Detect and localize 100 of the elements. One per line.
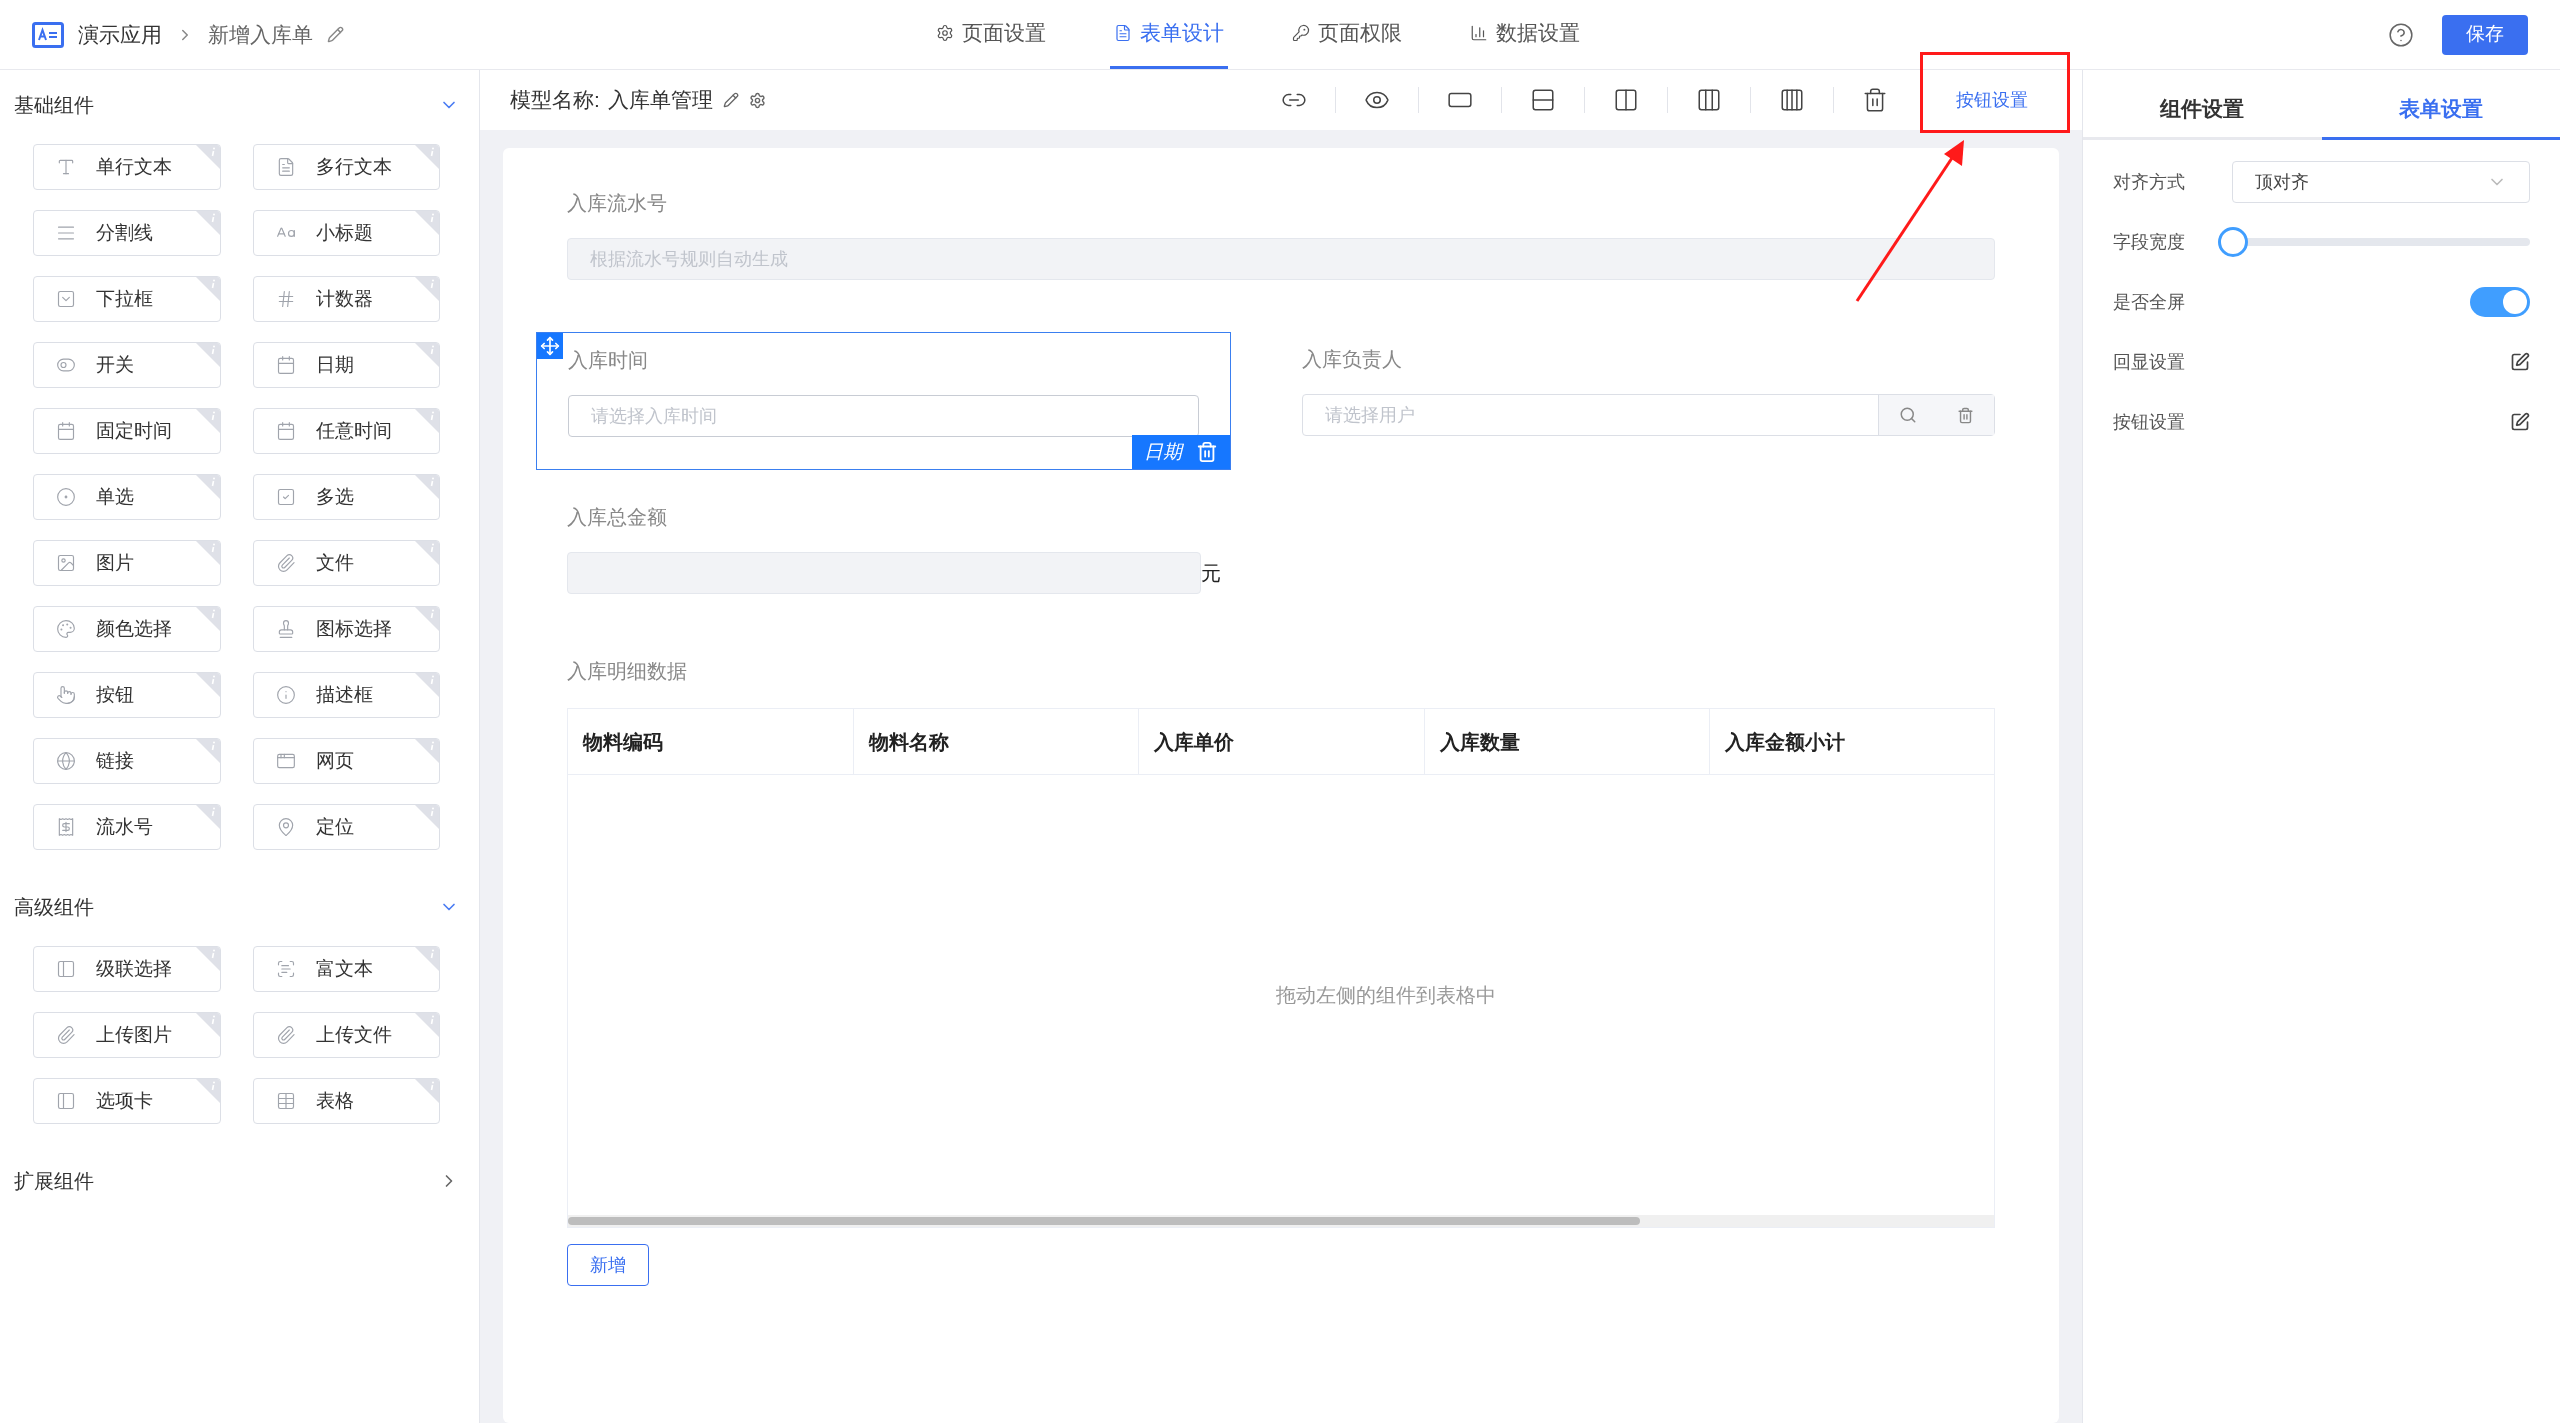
component-item[interactable]: 多行文本	[252, 144, 440, 190]
component-item[interactable]: 小标题	[252, 210, 440, 256]
rich-text-icon	[275, 959, 296, 979]
search-icon[interactable]	[1899, 406, 1917, 424]
app-logo-icon	[32, 21, 64, 48]
component-item[interactable]: 文件	[252, 540, 440, 586]
move-handle[interactable]	[537, 333, 563, 359]
scrollbar-thumb[interactable]	[568, 1217, 1640, 1225]
info-corner-icon	[195, 409, 220, 433]
info-corner-icon	[195, 277, 220, 301]
component-item[interactable]: 上传图片	[33, 1012, 221, 1058]
info-corner-icon	[195, 1013, 220, 1037]
info-corner-icon	[195, 145, 220, 169]
calendar-icon	[56, 421, 76, 441]
component-item[interactable]: 富文本	[252, 946, 440, 992]
component-item[interactable]: 固定时间	[33, 408, 221, 454]
component-item[interactable]: 图片	[33, 540, 221, 586]
unit-label: 元	[1201, 561, 1221, 586]
delete-icon[interactable]	[1862, 87, 1888, 113]
component-item[interactable]: 图标选择	[252, 606, 440, 652]
field-label: 入库明细数据	[567, 659, 688, 684]
section-title: 扩展组件	[14, 1169, 94, 1194]
key-icon	[1292, 24, 1310, 42]
paperclip-icon	[275, 553, 296, 573]
info-corner-icon	[415, 475, 439, 499]
info-corner-icon	[415, 1079, 439, 1103]
component-item[interactable]: 计数器	[252, 276, 440, 322]
field-label: 入库负责人	[1301, 347, 1403, 372]
rows-icon[interactable]	[1530, 87, 1556, 113]
slider[interactable]	[2218, 227, 2530, 257]
component-item[interactable]: 表格	[252, 1078, 440, 1124]
help-icon[interactable]	[2388, 21, 2414, 48]
component-item[interactable]: 单选	[33, 474, 221, 520]
top-tab[interactable]: 数据设置	[1466, 0, 1584, 69]
component-item[interactable]: 单行文本	[33, 144, 221, 190]
two-columns-icon[interactable]	[1613, 87, 1639, 113]
gear-icon	[936, 24, 954, 42]
column-header: 入库金额小计	[1708, 709, 1994, 774]
top-tab[interactable]: 页面设置	[932, 0, 1050, 69]
settings-tab[interactable]: 组件设置	[2083, 80, 2322, 140]
component-item[interactable]: 开关	[33, 342, 221, 388]
align-select[interactable]: 顶对齐	[2232, 161, 2530, 203]
info-corner-icon	[195, 607, 220, 631]
model-label: 模型名称:	[510, 87, 600, 114]
edit-icon[interactable]	[722, 92, 739, 108]
info-corner-icon	[195, 739, 220, 763]
globe-icon	[56, 751, 76, 771]
edit-icon[interactable]	[2510, 352, 2530, 372]
component-item[interactable]: 按钮	[33, 672, 221, 718]
gear-icon[interactable]	[748, 91, 766, 109]
setting-label: 对齐方式	[2113, 170, 2186, 194]
component-item[interactable]: 下拉框	[33, 276, 221, 322]
empty-hint: 拖动左侧的组件到表格中	[1276, 983, 1496, 1008]
info-corner-icon	[415, 607, 439, 631]
setting-label: 回显设置	[2113, 350, 2186, 374]
setting-label: 按钮设置	[2113, 410, 2186, 434]
selected-field[interactable]: 入库时间 请选择入库时间 日期	[536, 332, 1231, 470]
component-item[interactable]: 选项卡	[33, 1078, 221, 1124]
image-icon	[56, 553, 76, 573]
app-name[interactable]: 演示应用	[78, 18, 162, 51]
component-item[interactable]: 描述框	[252, 672, 440, 718]
settings-tab[interactable]: 表单设置	[2321, 80, 2560, 140]
save-button[interactable]: 保存	[2442, 14, 2528, 55]
palette-icon	[56, 619, 76, 639]
component-item[interactable]: 流水号	[33, 804, 221, 850]
calendar-icon	[275, 355, 296, 375]
component-item[interactable]: 级联选择	[33, 946, 221, 992]
component-item[interactable]: 定位	[252, 804, 440, 850]
component-item[interactable]: 链接	[33, 738, 221, 784]
window-icon	[275, 751, 296, 771]
add-button[interactable]: 新增	[567, 1244, 649, 1286]
component-item[interactable]: 分割线	[33, 210, 221, 256]
panel-icon	[56, 1091, 76, 1111]
section-title: 高级组件	[14, 895, 94, 920]
info-corner-icon	[415, 673, 439, 697]
toggle-switch[interactable]	[2470, 287, 2530, 317]
slider-thumb[interactable]	[2218, 227, 2248, 257]
model-name: 入库单管理	[607, 87, 713, 114]
radio-icon	[56, 487, 76, 507]
component-item[interactable]: 上传文件	[252, 1012, 440, 1058]
component-item[interactable]: 任意时间	[252, 408, 440, 454]
component-item[interactable]: 颜色选择	[33, 606, 221, 652]
document-icon	[1114, 24, 1132, 42]
component-item[interactable]: 日期	[252, 342, 440, 388]
info-corner-icon	[195, 475, 220, 499]
delete-icon[interactable]	[1195, 441, 1218, 463]
info-corner-icon	[195, 947, 220, 971]
field-label: 入库时间	[568, 348, 649, 373]
four-columns-icon[interactable]	[1779, 87, 1805, 113]
button-settings-link[interactable]: 按钮设置	[1956, 86, 2028, 114]
component-item[interactable]: 多选	[252, 474, 440, 520]
bar-chart-icon	[1470, 24, 1488, 42]
component-item[interactable]: 网页	[252, 738, 440, 784]
paperclip-icon	[275, 1025, 296, 1045]
top-tab[interactable]: 页面权限	[1288, 0, 1406, 69]
info-corner-icon	[195, 211, 220, 235]
three-columns-icon[interactable]	[1696, 87, 1722, 113]
edit-icon[interactable]	[2510, 412, 2530, 432]
dropdown-icon	[56, 289, 76, 309]
info-corner-icon	[195, 541, 220, 565]
